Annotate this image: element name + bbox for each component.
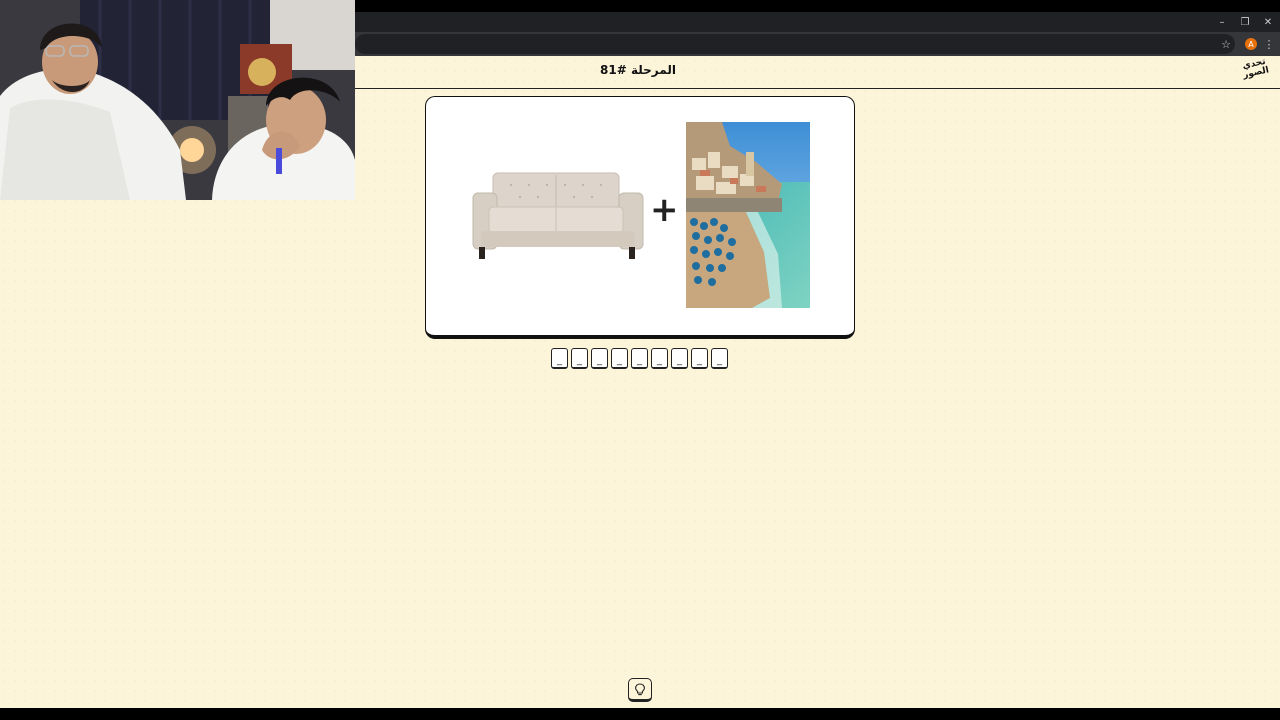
hint-button[interactable] [628, 678, 652, 702]
plus-operator: + [650, 190, 679, 230]
lightbulb-icon [635, 682, 645, 695]
answer-slot[interactable]: _ [551, 348, 568, 369]
webcam-scene [0, 0, 355, 200]
answer-slot[interactable]: _ [711, 348, 728, 369]
answer-slots: _ _ _ _ _ _ _ _ _ [551, 348, 728, 369]
answer-slot[interactable]: _ [671, 348, 688, 369]
puzzle-card: + [425, 96, 855, 339]
answer-slot[interactable]: _ [691, 348, 708, 369]
restore-button[interactable]: ❐ [1237, 14, 1253, 30]
webcam-overlay [0, 0, 355, 200]
answer-slot[interactable]: _ [631, 348, 648, 369]
answer-slot[interactable]: _ [611, 348, 628, 369]
minimize-button[interactable]: – [1214, 14, 1230, 30]
stage-title: المرحلة #81 [600, 63, 676, 77]
amalfi-coast-image [686, 122, 810, 308]
sofa-image [472, 172, 644, 259]
game-logo[interactable]: تحدي الصور [1238, 57, 1275, 89]
answer-slot[interactable]: _ [591, 348, 608, 369]
profile-avatar[interactable]: A [1245, 38, 1257, 50]
screen-bottom-bar [0, 708, 1280, 720]
answer-slot[interactable]: _ [571, 348, 588, 369]
address-bar[interactable] [355, 34, 1235, 54]
bookmark-star-icon[interactable]: ☆ [1218, 36, 1234, 52]
close-window-button[interactable]: ✕ [1260, 14, 1276, 30]
browser-menu-icon[interactable]: ⋮ [1261, 36, 1277, 52]
answer-slot[interactable]: _ [651, 348, 668, 369]
